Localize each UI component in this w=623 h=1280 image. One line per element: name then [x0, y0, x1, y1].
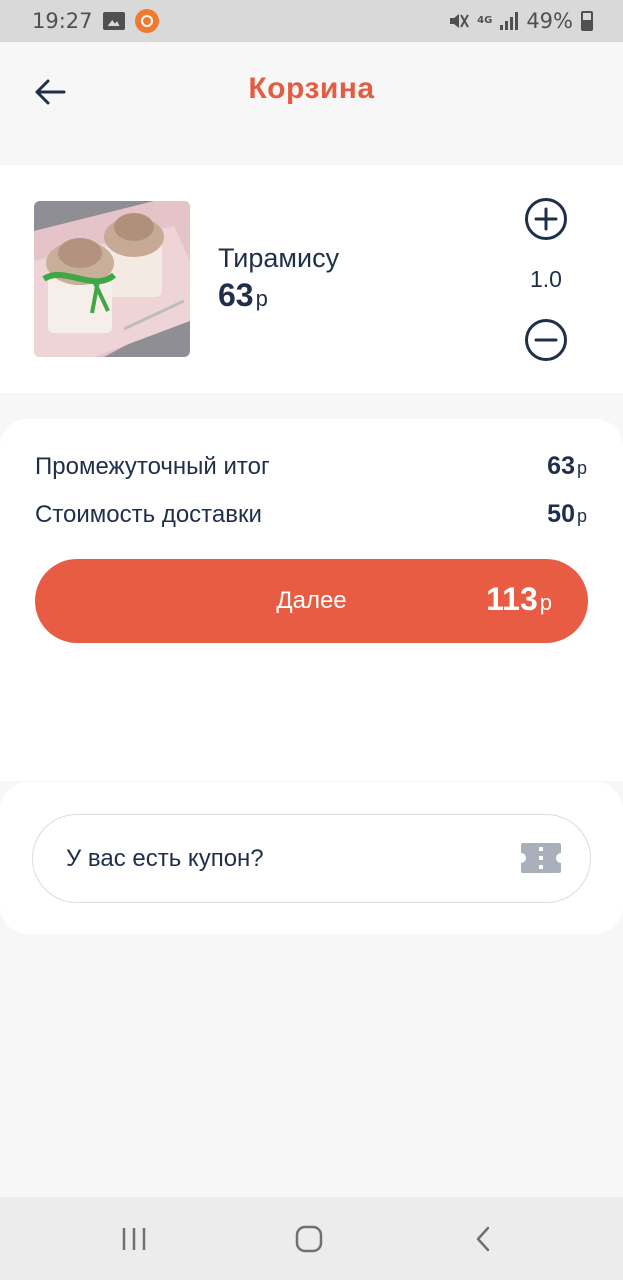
quantity-value: 1.0	[530, 266, 562, 292]
system-nav-bar	[0, 1197, 623, 1280]
page-title: Корзина	[248, 72, 375, 105]
delivery-row: Стоимость доставки 50 р	[35, 500, 587, 529]
product-image	[34, 201, 190, 357]
decrease-quantity-button[interactable]	[524, 318, 568, 362]
order-summary: Промежуточный итог 63 р Стоимость доставк…	[0, 419, 623, 781]
total-value: 113	[486, 581, 538, 617]
mute-vibrate-icon	[450, 14, 470, 28]
battery-percent: 49%	[526, 9, 573, 33]
minus-circle-icon	[525, 319, 567, 361]
item-price-value: 63	[218, 277, 254, 313]
home-button[interactable]	[289, 1219, 329, 1259]
app-header: Корзина	[0, 42, 623, 164]
recents-button[interactable]	[114, 1219, 154, 1259]
status-left: 19:27	[32, 9, 159, 33]
recents-icon	[122, 1228, 146, 1250]
subtotal-currency: р	[576, 458, 587, 478]
subtotal-value-wrap: 63 р	[547, 452, 587, 481]
delivery-value-wrap: 50 р	[547, 500, 587, 529]
coupon-prompt: У вас есть купон?	[66, 845, 264, 872]
subtotal-value: 63	[547, 452, 575, 480]
system-back-button[interactable]	[463, 1219, 503, 1259]
item-price: 63р	[218, 277, 268, 314]
network-type: 4G	[477, 15, 493, 26]
coupon-card: У вас есть купон?	[0, 782, 623, 934]
delivery-currency: р	[576, 506, 587, 526]
home-icon	[295, 1225, 323, 1253]
cart-item: Тирамису 63р 1.0	[0, 165, 623, 393]
battery-icon	[581, 11, 593, 31]
chevron-left-icon	[476, 1226, 490, 1252]
next-button-total: 113р	[486, 581, 552, 618]
next-button[interactable]: Далее 113р	[35, 559, 588, 643]
increase-quantity-button[interactable]	[524, 197, 568, 241]
gallery-notification-icon	[102, 12, 125, 30]
subtotal-label: Промежуточный итог	[35, 453, 270, 480]
coupon-field[interactable]: У вас есть купон?	[32, 814, 591, 903]
total-currency: р	[539, 590, 552, 615]
status-time: 19:27	[32, 9, 93, 33]
subtotal-row: Промежуточный итог 63 р	[35, 452, 587, 481]
plus-circle-icon	[525, 198, 567, 240]
item-name: Тирамису	[218, 243, 340, 273]
ticket-icon	[521, 843, 561, 873]
item-price-currency: р	[255, 286, 268, 311]
app-notification-icon	[134, 9, 159, 33]
status-bar: 19:27 4G 49%	[0, 0, 623, 42]
delivery-label: Стоимость доставки	[35, 501, 262, 528]
status-right: 4G 49%	[447, 9, 593, 33]
signal-icon	[500, 12, 519, 30]
delivery-value: 50	[547, 500, 575, 528]
